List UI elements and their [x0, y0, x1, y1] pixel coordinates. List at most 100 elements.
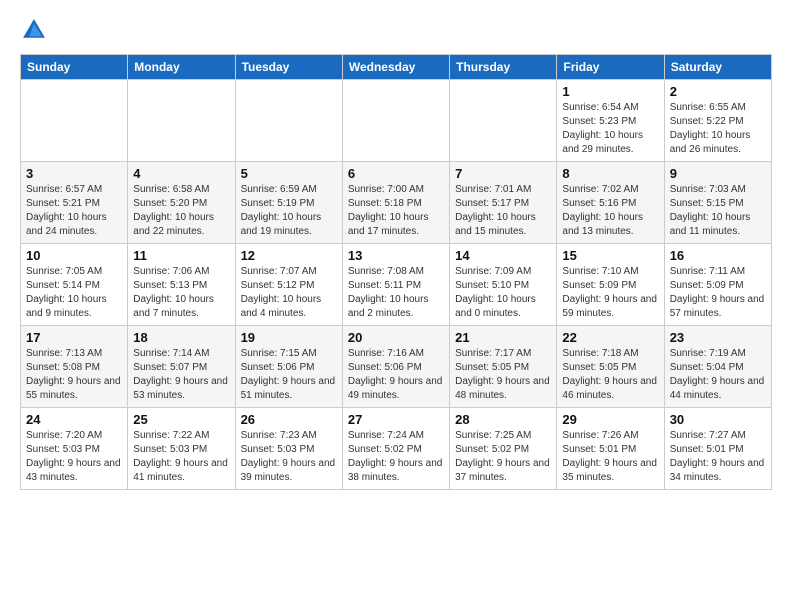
calendar-cell: 10 Sunrise: 7:05 AM Sunset: 5:14 PM Dayli… — [21, 244, 128, 326]
day-info: Sunrise: 7:26 AM Sunset: 5:01 PM Dayligh… — [562, 429, 658, 485]
day-number: 28 — [455, 412, 551, 427]
day-info: Sunrise: 7:11 AM Sunset: 5:09 PM Dayligh… — [670, 265, 766, 321]
weekday-header: Saturday — [664, 55, 771, 80]
calendar-cell: 16Sunrise: 7:11 AM Sunset: 5:09 PM Dayli… — [664, 244, 771, 326]
calendar-cell: 27 Sunrise: 7:24 AM Sunset: 5:02 PM Dayli… — [342, 408, 449, 490]
calendar-cell: 28 Sunrise: 7:25 AM Sunset: 5:02 PM Dayli… — [450, 408, 557, 490]
calendar-week-row: 24 Sunrise: 7:20 AM Sunset: 5:03 PM Dayli… — [21, 408, 772, 490]
calendar-cell: 2Sunrise: 6:55 AM Sunset: 5:22 PM Daylig… — [664, 80, 771, 162]
calendar-cell: 15 Sunrise: 7:10 AM Sunset: 5:09 PM Dayli… — [557, 244, 664, 326]
day-info: Sunrise: 7:15 AM Sunset: 5:06 PM Dayligh… — [241, 347, 337, 403]
calendar-cell: 6 Sunrise: 7:00 AM Sunset: 5:18 PM Daylig… — [342, 162, 449, 244]
day-number: 17 — [26, 330, 122, 345]
day-number: 12 — [241, 248, 337, 263]
day-number: 18 — [133, 330, 229, 345]
day-number: 1 — [562, 84, 658, 99]
day-info: Sunrise: 7:16 AM Sunset: 5:06 PM Dayligh… — [348, 347, 444, 403]
calendar-cell: 17Sunrise: 7:13 AM Sunset: 5:08 PM Dayli… — [21, 326, 128, 408]
day-info: Sunrise: 7:22 AM Sunset: 5:03 PM Dayligh… — [133, 429, 229, 485]
calendar-cell: 13 Sunrise: 7:08 AM Sunset: 5:11 PM Dayli… — [342, 244, 449, 326]
calendar-week-row: 10 Sunrise: 7:05 AM Sunset: 5:14 PM Dayli… — [21, 244, 772, 326]
day-info: Sunrise: 7:07 AM Sunset: 5:12 PM Dayligh… — [241, 265, 337, 321]
day-number: 14 — [455, 248, 551, 263]
calendar-cell — [450, 80, 557, 162]
day-number: 9 — [670, 166, 766, 181]
weekday-header: Thursday — [450, 55, 557, 80]
calendar-cell — [128, 80, 235, 162]
day-info: Sunrise: 7:02 AM Sunset: 5:16 PM Dayligh… — [562, 183, 658, 239]
day-number: 13 — [348, 248, 444, 263]
day-info: Sunrise: 6:58 AM Sunset: 5:20 PM Dayligh… — [133, 183, 229, 239]
day-info: Sunrise: 7:20 AM Sunset: 5:03 PM Dayligh… — [26, 429, 122, 485]
day-info: Sunrise: 7:08 AM Sunset: 5:11 PM Dayligh… — [348, 265, 444, 321]
logo-icon — [20, 16, 48, 44]
day-number: 10 — [26, 248, 122, 263]
page: SundayMondayTuesdayWednesdayThursdayFrid… — [0, 0, 792, 500]
day-number: 25 — [133, 412, 229, 427]
day-info: Sunrise: 7:24 AM Sunset: 5:02 PM Dayligh… — [348, 429, 444, 485]
calendar-cell: 4 Sunrise: 6:58 AM Sunset: 5:20 PM Daylig… — [128, 162, 235, 244]
weekday-header: Monday — [128, 55, 235, 80]
day-info: Sunrise: 7:10 AM Sunset: 5:09 PM Dayligh… — [562, 265, 658, 321]
calendar-cell: 29 Sunrise: 7:26 AM Sunset: 5:01 PM Dayli… — [557, 408, 664, 490]
calendar-cell: 22 Sunrise: 7:18 AM Sunset: 5:05 PM Dayli… — [557, 326, 664, 408]
day-number: 24 — [26, 412, 122, 427]
calendar-cell: 3 Sunrise: 6:57 AM Sunset: 5:21 PM Daylig… — [21, 162, 128, 244]
calendar-cell: 12 Sunrise: 7:07 AM Sunset: 5:12 PM Dayli… — [235, 244, 342, 326]
logo — [20, 16, 52, 44]
calendar-cell: 5 Sunrise: 6:59 AM Sunset: 5:19 PM Daylig… — [235, 162, 342, 244]
calendar-cell — [235, 80, 342, 162]
calendar-week-row: 3 Sunrise: 6:57 AM Sunset: 5:21 PM Daylig… — [21, 162, 772, 244]
calendar-cell: 21 Sunrise: 7:17 AM Sunset: 5:05 PM Dayli… — [450, 326, 557, 408]
day-info: Sunrise: 7:25 AM Sunset: 5:02 PM Dayligh… — [455, 429, 551, 485]
day-number: 22 — [562, 330, 658, 345]
day-number: 21 — [455, 330, 551, 345]
calendar-cell: 20 Sunrise: 7:16 AM Sunset: 5:06 PM Dayli… — [342, 326, 449, 408]
calendar-cell: 1 Sunrise: 6:54 AM Sunset: 5:23 PM Daylig… — [557, 80, 664, 162]
day-number: 20 — [348, 330, 444, 345]
day-info: Sunrise: 7:01 AM Sunset: 5:17 PM Dayligh… — [455, 183, 551, 239]
weekday-header: Friday — [557, 55, 664, 80]
calendar-week-row: 17Sunrise: 7:13 AM Sunset: 5:08 PM Dayli… — [21, 326, 772, 408]
day-number: 3 — [26, 166, 122, 181]
day-info: Sunrise: 6:57 AM Sunset: 5:21 PM Dayligh… — [26, 183, 122, 239]
calendar: SundayMondayTuesdayWednesdayThursdayFrid… — [20, 54, 772, 490]
day-number: 23 — [670, 330, 766, 345]
day-info: Sunrise: 7:00 AM Sunset: 5:18 PM Dayligh… — [348, 183, 444, 239]
calendar-cell: 8 Sunrise: 7:02 AM Sunset: 5:16 PM Daylig… — [557, 162, 664, 244]
day-number: 27 — [348, 412, 444, 427]
day-number: 30 — [670, 412, 766, 427]
day-number: 15 — [562, 248, 658, 263]
header — [20, 16, 772, 44]
day-info: Sunrise: 7:19 AM Sunset: 5:04 PM Dayligh… — [670, 347, 766, 403]
day-info: Sunrise: 7:14 AM Sunset: 5:07 PM Dayligh… — [133, 347, 229, 403]
calendar-cell: 26 Sunrise: 7:23 AM Sunset: 5:03 PM Dayli… — [235, 408, 342, 490]
day-info: Sunrise: 7:18 AM Sunset: 5:05 PM Dayligh… — [562, 347, 658, 403]
day-number: 26 — [241, 412, 337, 427]
calendar-cell: 14 Sunrise: 7:09 AM Sunset: 5:10 PM Dayli… — [450, 244, 557, 326]
day-number: 7 — [455, 166, 551, 181]
day-info: Sunrise: 6:59 AM Sunset: 5:19 PM Dayligh… — [241, 183, 337, 239]
calendar-cell: 18 Sunrise: 7:14 AM Sunset: 5:07 PM Dayli… — [128, 326, 235, 408]
calendar-cell: 11 Sunrise: 7:06 AM Sunset: 5:13 PM Dayli… — [128, 244, 235, 326]
calendar-cell — [342, 80, 449, 162]
day-number: 6 — [348, 166, 444, 181]
day-number: 8 — [562, 166, 658, 181]
day-info: Sunrise: 7:17 AM Sunset: 5:05 PM Dayligh… — [455, 347, 551, 403]
day-number: 4 — [133, 166, 229, 181]
day-number: 29 — [562, 412, 658, 427]
day-info: Sunrise: 7:05 AM Sunset: 5:14 PM Dayligh… — [26, 265, 122, 321]
calendar-cell — [21, 80, 128, 162]
weekday-header: Wednesday — [342, 55, 449, 80]
calendar-cell: 7 Sunrise: 7:01 AM Sunset: 5:17 PM Daylig… — [450, 162, 557, 244]
day-info: Sunrise: 7:23 AM Sunset: 5:03 PM Dayligh… — [241, 429, 337, 485]
day-number: 11 — [133, 248, 229, 263]
day-number: 2 — [670, 84, 766, 99]
day-number: 5 — [241, 166, 337, 181]
day-info: Sunrise: 6:54 AM Sunset: 5:23 PM Dayligh… — [562, 101, 658, 157]
calendar-cell: 25 Sunrise: 7:22 AM Sunset: 5:03 PM Dayli… — [128, 408, 235, 490]
day-info: Sunrise: 7:09 AM Sunset: 5:10 PM Dayligh… — [455, 265, 551, 321]
day-info: Sunrise: 7:03 AM Sunset: 5:15 PM Dayligh… — [670, 183, 766, 239]
weekday-header: Tuesday — [235, 55, 342, 80]
day-info: Sunrise: 7:06 AM Sunset: 5:13 PM Dayligh… — [133, 265, 229, 321]
